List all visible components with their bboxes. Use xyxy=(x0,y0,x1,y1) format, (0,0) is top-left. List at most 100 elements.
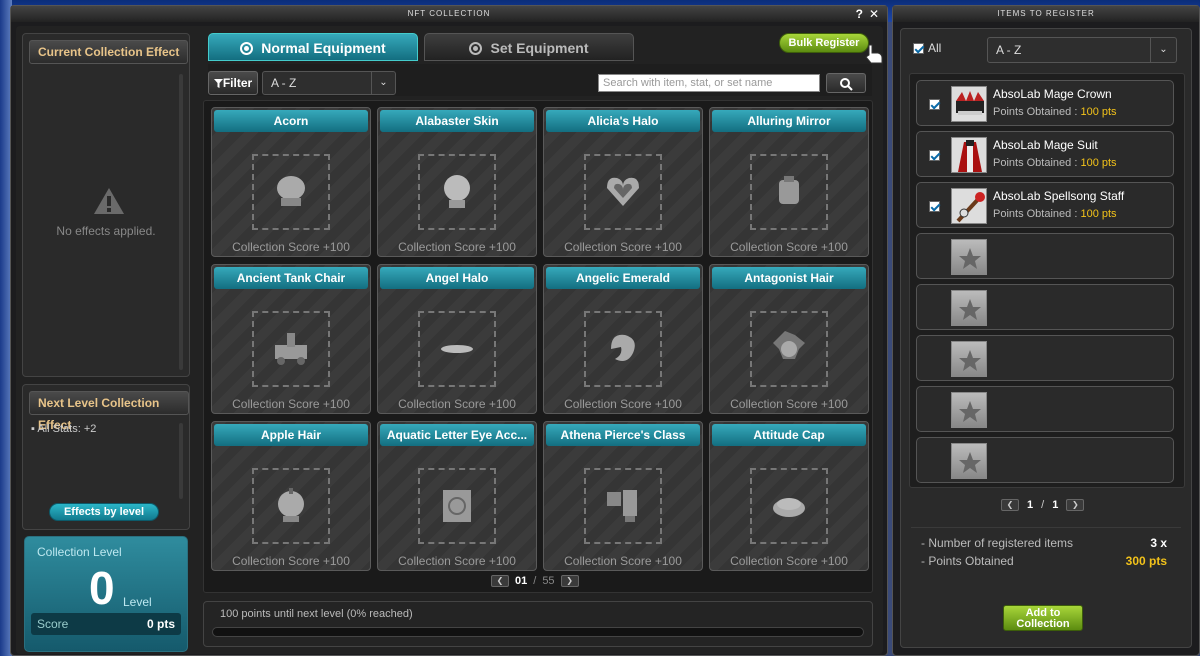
item-card[interactable]: Alabaster Skin Collection Score +100 xyxy=(377,107,537,257)
item-slot xyxy=(584,311,662,387)
search-input[interactable]: Search with item, stat, or set name xyxy=(598,74,820,92)
item-card-name: Attitude Cap xyxy=(712,424,866,446)
item-card-score: Collection Score +100 xyxy=(398,554,516,568)
next-level-stat: ▪ All Stats: +2 xyxy=(31,423,97,435)
help-button[interactable]: ? xyxy=(856,7,863,21)
cap-icon xyxy=(773,498,805,517)
bulk-register-button[interactable]: Bulk Register xyxy=(779,33,869,53)
item-slot xyxy=(418,154,496,230)
item-checkbox[interactable] xyxy=(929,201,940,212)
item-card[interactable]: Athena Pierce's Class Collection Score +1… xyxy=(543,421,703,571)
item-checkbox[interactable] xyxy=(929,99,940,110)
item-card[interactable]: Attitude Cap Collection Score +100 xyxy=(709,421,869,571)
item-card[interactable]: Angelic Emerald Collection Score +100 xyxy=(543,264,703,414)
empty-star-icon xyxy=(951,341,987,377)
register-panel: All A - Z ⌄ AbsoLab Mage Crown Points Ob… xyxy=(900,28,1192,648)
sort-value: A - Z xyxy=(271,76,297,90)
item-card[interactable]: Acorn Collection Score +100 xyxy=(211,107,371,257)
warning-icon xyxy=(94,188,124,214)
next-effect-scrollbar[interactable] xyxy=(179,423,183,499)
effects-by-level-button[interactable]: Effects by level xyxy=(49,503,159,521)
item-checkbox[interactable] xyxy=(929,150,940,161)
item-card[interactable]: Antagonist Hair Collection Score +100 xyxy=(709,264,869,414)
collection-level-value: 0 xyxy=(89,562,115,614)
item-card-score: Collection Score +100 xyxy=(564,397,682,411)
empty-slot xyxy=(916,437,1174,483)
effect-scrollbar[interactable] xyxy=(179,74,183,370)
item-card-score: Collection Score +100 xyxy=(730,554,848,568)
item-card-score: Collection Score +100 xyxy=(398,240,516,254)
item-points: Points Obtained : 100 pts xyxy=(993,106,1117,118)
chevron-down-icon: ⌄ xyxy=(371,72,395,94)
item-points-label: Points Obtained : xyxy=(993,208,1078,220)
next-page-button[interactable]: ❯ xyxy=(560,575,579,587)
tab-normal-equipment[interactable]: Normal Equipment xyxy=(208,33,418,61)
mirror-icon xyxy=(779,176,799,204)
item-card-name: Alabaster Skin xyxy=(380,110,534,132)
item-card-score: Collection Score +100 xyxy=(398,397,516,411)
window-title: NFT COLLECTION xyxy=(11,6,887,22)
progress-bar xyxy=(212,627,864,637)
mage-crown-icon xyxy=(951,86,987,122)
item-slot xyxy=(750,154,828,230)
item-card[interactable]: Apple Hair Collection Score +100 xyxy=(211,421,371,571)
item-points-value: 100 pts xyxy=(1080,106,1117,118)
current-page: 01 xyxy=(515,575,528,587)
tab-set-label: Set Equipment xyxy=(490,40,589,56)
item-slot xyxy=(418,468,496,544)
item-card-name: Acorn xyxy=(214,110,368,132)
item-card[interactable]: Aquatic Letter Eye Acc... Collection Scor… xyxy=(377,421,537,571)
next-level-stat-text: All Stats: +2 xyxy=(37,423,97,435)
search-icon xyxy=(840,78,853,91)
points-value: 300 pts xyxy=(1125,554,1167,568)
add-button-line2: Collection xyxy=(1016,618,1070,630)
item-slot xyxy=(584,468,662,544)
prev-page-button[interactable]: ❮ xyxy=(491,575,509,587)
add-to-collection-button[interactable]: Add to Collection xyxy=(1003,605,1083,631)
tab-set-equipment[interactable]: Set Equipment xyxy=(424,33,634,61)
progress-text: 100 points until next level (0% reached) xyxy=(220,608,413,620)
apple-hair-icon xyxy=(278,488,304,522)
score-value: 0 pts xyxy=(146,617,175,631)
total-pages: 55 xyxy=(542,575,555,587)
item-points-value: 100 pts xyxy=(1080,208,1117,220)
chevron-down-icon: ⌄ xyxy=(1150,38,1176,62)
tab-normal-label: Normal Equipment xyxy=(261,40,386,56)
item-card-name: Angel Halo xyxy=(380,267,534,289)
item-card-name: Alluring Mirror xyxy=(712,110,866,132)
item-card-score: Collection Score +100 xyxy=(232,554,350,568)
close-button[interactable]: ✕ xyxy=(869,7,879,21)
collection-level-label: Collection Level xyxy=(37,545,122,559)
item-card[interactable]: Alluring Mirror Collection Score +100 xyxy=(709,107,869,257)
item-card[interactable]: Angel Halo Collection Score +100 xyxy=(377,264,537,414)
item-card[interactable]: Alicia's Halo Collection Score +100 xyxy=(543,107,703,257)
register-item[interactable]: AbsoLab Mage Crown Points Obtained : 100… xyxy=(916,80,1174,126)
register-item[interactable]: AbsoLab Spellsong Staff Points Obtained … xyxy=(916,182,1174,228)
nft-collection-window: NFT COLLECTION ? ✕ Current Collection Ef… xyxy=(10,5,888,656)
register-sort-dropdown[interactable]: A - Z ⌄ xyxy=(987,37,1177,63)
filter-button[interactable]: Filter xyxy=(208,71,258,95)
empty-slot xyxy=(916,335,1174,381)
emerald-icon xyxy=(611,334,635,361)
spellsong-staff-icon xyxy=(951,188,987,224)
register-item[interactable]: AbsoLab Mage Suit Points Obtained : 100 … xyxy=(916,131,1174,177)
empty-star-icon xyxy=(951,239,987,275)
register-next-button[interactable]: ❯ xyxy=(1066,499,1085,511)
empty-slot xyxy=(916,386,1174,432)
register-prev-button[interactable]: ❮ xyxy=(1001,499,1019,511)
select-all-checkbox[interactable] xyxy=(913,42,924,54)
mage-suit-icon xyxy=(951,137,987,173)
select-all[interactable]: All xyxy=(913,41,941,55)
sort-dropdown[interactable]: A - Z ⌄ xyxy=(262,71,396,95)
item-slot xyxy=(418,311,496,387)
item-card-name: Ancient Tank Chair xyxy=(214,267,368,289)
eye-acc-icon xyxy=(443,490,471,522)
item-card[interactable]: Ancient Tank Chair Collection Score +100 xyxy=(211,264,371,414)
item-slot xyxy=(750,311,828,387)
heart-halo-icon xyxy=(607,177,639,206)
empty-slot xyxy=(916,233,1174,279)
items-to-register-window: ITEMS TO REGISTER All A - Z ⌄ AbsoLab Ma… xyxy=(892,5,1200,656)
search-button[interactable] xyxy=(826,73,866,93)
count-label: - Number of registered items xyxy=(921,536,1074,550)
select-all-label: All xyxy=(928,41,942,55)
